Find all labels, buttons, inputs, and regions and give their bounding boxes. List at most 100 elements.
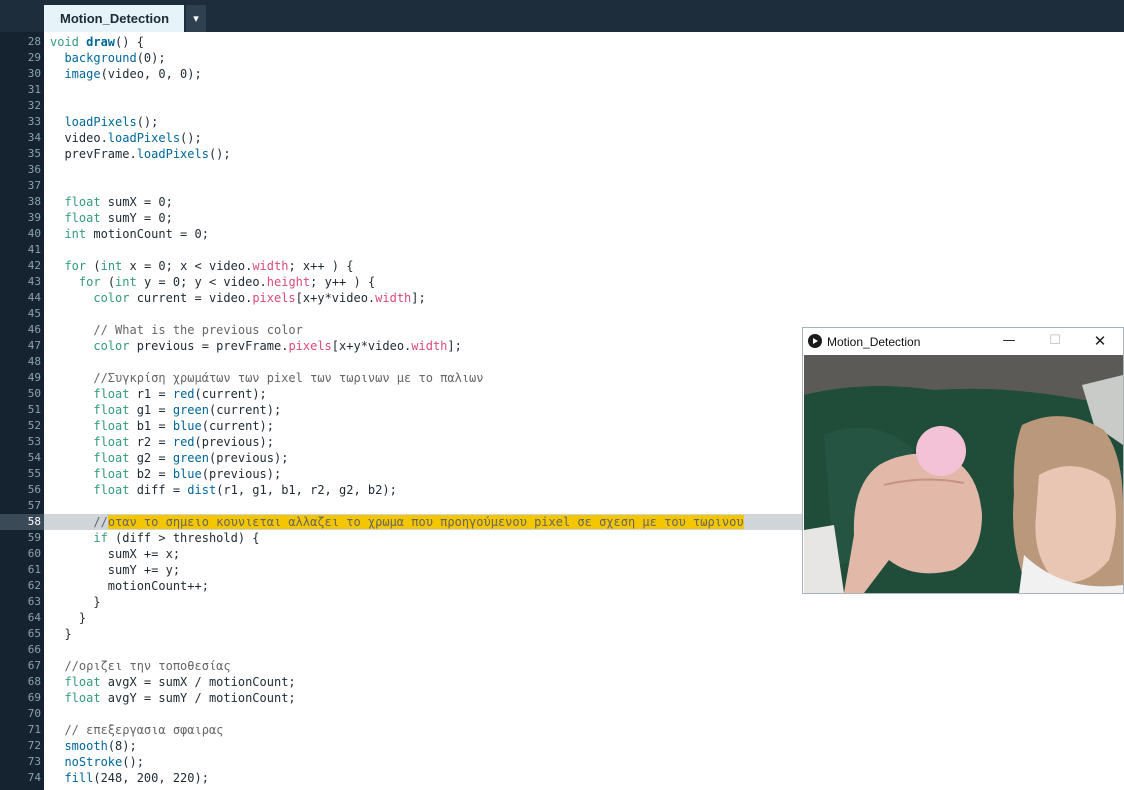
code-line[interactable]: 36 bbox=[0, 162, 1124, 178]
code-line[interactable]: 37 bbox=[0, 178, 1124, 194]
code-token: //οριζει την τοποθεσίας bbox=[64, 659, 231, 673]
code-token: ]; bbox=[411, 291, 426, 305]
code-line[interactable]: 68 float avgX = sumX / motionCount; bbox=[0, 674, 1124, 690]
code-token: b1 = bbox=[129, 419, 173, 433]
close-button[interactable]: ✕ bbox=[1086, 331, 1114, 351]
code-line[interactable]: 40 int motionCount = 0; bbox=[0, 226, 1124, 242]
processing-play-icon bbox=[808, 334, 822, 348]
code-token: ( bbox=[100, 275, 116, 289]
code-line[interactable]: 44 color current = video.pixels[x+y*vide… bbox=[0, 290, 1124, 306]
code-text: void draw() { bbox=[50, 34, 144, 50]
code-token: avgY = sumY / motionCount; bbox=[100, 691, 296, 705]
code-line[interactable]: 34 video.loadPixels(); bbox=[0, 130, 1124, 146]
line-number: 52 bbox=[27, 419, 41, 432]
code-line[interactable]: 38 float sumX = 0; bbox=[0, 194, 1124, 210]
code-token: (previous); bbox=[201, 467, 282, 481]
code-token: blue bbox=[172, 419, 202, 433]
code-line[interactable]: 66 bbox=[0, 642, 1124, 658]
code-line[interactable]: 74 fill(248, 200, 220); bbox=[0, 770, 1124, 786]
code-line[interactable]: 65 } bbox=[0, 626, 1124, 642]
minimize-button[interactable]: — bbox=[995, 331, 1023, 351]
code-token: int bbox=[100, 259, 123, 273]
code-token: if bbox=[93, 531, 108, 545]
tab-motion-detection[interactable]: Motion_Detection bbox=[44, 5, 184, 32]
code-line[interactable]: 45 bbox=[0, 306, 1124, 322]
sketch-canvas[interactable] bbox=[804, 355, 1123, 593]
code-line[interactable]: 31 bbox=[0, 82, 1124, 98]
code-line[interactable]: 63 } bbox=[0, 594, 1124, 610]
code-line[interactable]: 73 noStroke(); bbox=[0, 754, 1124, 770]
line-number: 67 bbox=[27, 659, 41, 672]
line-number: 39 bbox=[27, 211, 41, 224]
code-token: ; y++ ) { bbox=[310, 275, 376, 289]
code-line[interactable]: 42 for (int x = 0; x < video.width; x++ … bbox=[0, 258, 1124, 274]
line-number: 50 bbox=[27, 387, 41, 400]
code-token: (diff > threshold) { bbox=[107, 531, 260, 545]
tab-label: Motion_Detection bbox=[60, 11, 170, 26]
code-line[interactable]: 28 void draw() { bbox=[0, 34, 1124, 50]
line-number: 63 bbox=[27, 595, 41, 608]
sketch-title-bar[interactable]: Motion_Detection — ☐ ✕ bbox=[803, 328, 1123, 355]
code-line[interactable]: 30 image(video, 0, 0); bbox=[0, 66, 1124, 82]
maximize-button[interactable]: ☐ bbox=[1041, 331, 1069, 351]
code-token: g2 = bbox=[129, 451, 173, 465]
code-line[interactable]: 32 bbox=[0, 98, 1124, 114]
code-token: background bbox=[64, 51, 137, 65]
code-token: motionCount = 0; bbox=[86, 227, 209, 241]
code-text: for (int x = 0; x < video.width; x++ ) { bbox=[50, 258, 353, 274]
code-line[interactable]: 70 bbox=[0, 706, 1124, 722]
code-text: float avgX = sumX / motionCount; bbox=[50, 674, 295, 690]
line-number: 37 bbox=[27, 179, 41, 192]
code-line[interactable]: 41 bbox=[0, 242, 1124, 258]
code-line[interactable]: 71 // επεξεργασια σφαιρας bbox=[0, 722, 1124, 738]
webcam-frame bbox=[804, 355, 1123, 593]
line-number: 64 bbox=[27, 611, 41, 624]
line-number: 59 bbox=[27, 531, 41, 544]
code-token: pixels bbox=[288, 339, 332, 353]
tab-menu-dropdown-icon[interactable]: ▾ bbox=[186, 5, 206, 32]
code-token: red bbox=[172, 435, 195, 449]
code-line[interactable]: 67 //οριζει την τοποθεσίας bbox=[0, 658, 1124, 674]
tab-bar: Motion_Detection ▾ bbox=[0, 0, 1124, 32]
code-token: current = video. bbox=[129, 291, 253, 305]
code-token: float bbox=[64, 195, 101, 209]
code-text: float b1 = blue(current); bbox=[50, 418, 274, 434]
sketch-window[interactable]: Motion_Detection — ☐ ✕ bbox=[802, 327, 1124, 594]
code-text: float diff = dist(r1, g1, b1, r2, g2, b2… bbox=[50, 482, 396, 498]
code-token: (8); bbox=[107, 739, 137, 753]
code-line[interactable]: 33 loadPixels(); bbox=[0, 114, 1124, 130]
line-number: 60 bbox=[27, 547, 41, 560]
code-line[interactable]: 72 smooth(8); bbox=[0, 738, 1124, 754]
code-line[interactable]: 39 float sumY = 0; bbox=[0, 210, 1124, 226]
line-number: 53 bbox=[27, 435, 41, 448]
code-token: loadPixels bbox=[107, 131, 181, 145]
code-token: void bbox=[50, 35, 87, 49]
code-token: float bbox=[93, 387, 130, 401]
code-line[interactable]: 64 } bbox=[0, 610, 1124, 626]
code-token: (0); bbox=[136, 51, 166, 65]
line-number: 58 bbox=[0, 514, 41, 530]
code-token: blue bbox=[172, 467, 202, 481]
code-token: (); bbox=[136, 115, 159, 129]
code-line[interactable]: 35 prevFrame.loadPixels(); bbox=[0, 146, 1124, 162]
code-token: (248, 200, 220); bbox=[93, 771, 209, 785]
code-line[interactable]: 69 float avgY = sumY / motionCount; bbox=[0, 690, 1124, 706]
code-line[interactable]: 43 for (int y = 0; y < video.height; y++… bbox=[0, 274, 1124, 290]
line-number: 43 bbox=[27, 275, 41, 288]
code-token: () { bbox=[115, 35, 144, 49]
line-number: 46 bbox=[27, 323, 41, 336]
code-line[interactable]: 29 background(0); bbox=[0, 50, 1124, 66]
code-token: float bbox=[93, 451, 130, 465]
code-text: //οταν το σημειο κουνιεται αλλαζει το χρ… bbox=[50, 514, 744, 530]
code-text: //οριζει την τοποθεσίας bbox=[50, 658, 231, 674]
code-token: float bbox=[93, 483, 130, 497]
code-token: // What is the previous color bbox=[93, 323, 303, 337]
